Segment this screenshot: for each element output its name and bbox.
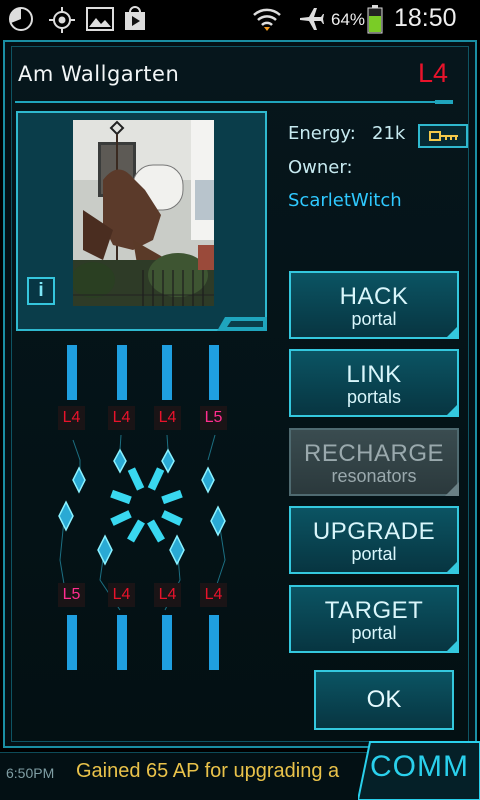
resonator-level-label: L4 <box>154 583 181 607</box>
upgrade-portal-button[interactable]: UPGRADE portal <box>289 506 459 574</box>
resonator-level-label: L4 <box>154 406 181 430</box>
battery-percent: 64% <box>331 10 366 29</box>
photo-corner-deco <box>217 317 267 331</box>
image-icon <box>86 7 114 31</box>
resonator-level-label: L5 <box>200 406 227 430</box>
button-corner-deco <box>445 639 459 653</box>
button-corner-deco <box>445 482 459 496</box>
status-time: 18:50 <box>394 4 457 32</box>
resonator-energy-bar <box>117 345 127 400</box>
ok-button[interactable]: OK <box>314 670 454 730</box>
button-corner-deco <box>445 403 459 417</box>
resonator-level-label: L5 <box>58 583 85 607</box>
resonator-energy-bar <box>162 345 172 400</box>
hack-label: HACK <box>339 283 409 310</box>
target-label: TARGET <box>324 597 424 624</box>
portal-name: Am Wallgarten <box>18 62 180 86</box>
resonator-level-label: L4 <box>200 583 227 607</box>
link-label: LINK <box>346 361 402 388</box>
link-portals-button[interactable]: LINK portals <box>289 349 459 417</box>
owner-label: Owner: <box>288 157 353 178</box>
resonator-energy-bar <box>162 615 172 670</box>
target-sub-label: portal <box>351 623 397 643</box>
gps-icon <box>49 7 75 33</box>
hack-sub-label: portal <box>351 309 397 329</box>
wifi-icon <box>253 8 281 31</box>
target-portal-button[interactable]: TARGET portal <box>289 585 459 653</box>
resonator-energy-bar <box>209 345 219 400</box>
title-divider <box>15 100 453 104</box>
recharge-sub-label: resonators <box>331 466 417 486</box>
button-corner-deco <box>445 325 459 339</box>
status-bar: 64% 18:50 <box>0 0 480 38</box>
resonator-energy-bar <box>117 615 127 670</box>
comm-label: COMM <box>370 750 469 783</box>
energy-label: Energy: <box>288 123 356 144</box>
portal-photo-image <box>73 120 214 306</box>
portal-level: L4 <box>418 58 449 88</box>
portal-key-button[interactable] <box>418 124 468 148</box>
ticker-time: 6:50PM <box>6 765 55 781</box>
battery-icon <box>367 5 383 34</box>
pie-chart-icon <box>9 7 33 31</box>
upgrade-label: UPGRADE <box>312 518 436 545</box>
button-corner-deco <box>445 560 459 574</box>
energy-value: 21k <box>372 123 406 144</box>
ticker-message[interactable]: Gained 65 AP for upgrading a <box>76 760 356 786</box>
resonator-level-label: L4 <box>108 406 135 430</box>
play-store-icon <box>125 6 145 30</box>
portal-photo-frame: i <box>16 111 267 331</box>
upgrade-sub-label: portal <box>351 544 397 564</box>
recharge-label: RECHARGE <box>303 440 445 467</box>
resonator-level-label: L4 <box>58 406 85 430</box>
resonator-energy-bar <box>209 615 219 670</box>
airplane-icon <box>300 8 324 30</box>
hack-portal-button[interactable]: HACK portal <box>289 271 459 339</box>
key-icon <box>429 131 458 141</box>
resonator-energy-bar <box>67 345 77 400</box>
resonator-energy-bar <box>67 615 77 670</box>
link-sub-label: portals <box>346 387 402 407</box>
owner-name-link[interactable]: ScarletWitch <box>288 190 402 211</box>
portal-photo[interactable] <box>73 120 214 306</box>
recharge-resonators-button[interactable]: RECHARGE resonators <box>289 428 459 496</box>
resonator-level-label: L4 <box>108 583 135 607</box>
portal-info-button[interactable]: i <box>27 277 55 305</box>
